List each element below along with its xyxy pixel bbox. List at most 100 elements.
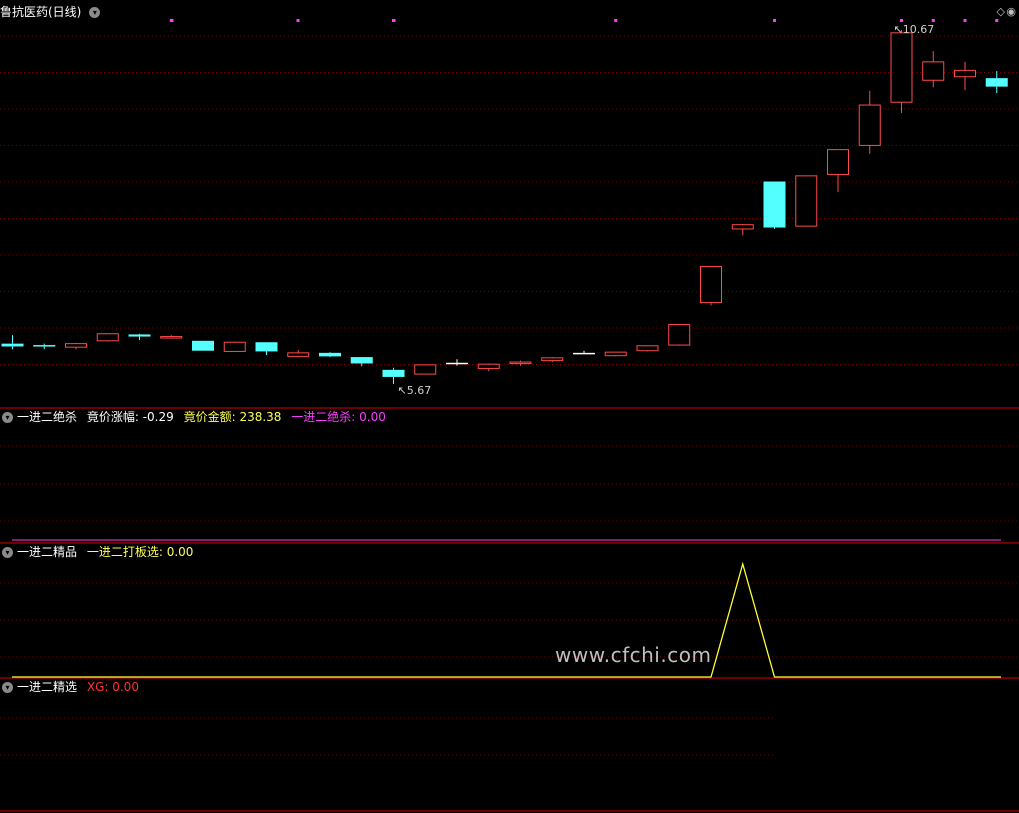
candle-body bbox=[922, 61, 945, 81]
watermark: www.cfchi.com bbox=[555, 643, 712, 667]
item-value: 0.00 bbox=[112, 680, 139, 694]
candle-body bbox=[160, 336, 183, 339]
candle bbox=[700, 265, 722, 306]
candle bbox=[96, 333, 119, 342]
candle bbox=[954, 61, 976, 91]
item-value: 0.00 bbox=[166, 545, 194, 559]
candle-body bbox=[573, 352, 595, 355]
candle bbox=[541, 357, 564, 363]
candle-body bbox=[33, 345, 56, 347]
candle-body bbox=[700, 265, 722, 304]
candle bbox=[287, 350, 310, 357]
candle bbox=[255, 342, 278, 355]
candle-body bbox=[319, 352, 341, 357]
candle-body bbox=[350, 357, 373, 364]
diamond-icon[interactable]: ◇ bbox=[997, 5, 1005, 18]
candle-body bbox=[414, 364, 437, 375]
candle bbox=[922, 51, 945, 88]
candle-body bbox=[128, 334, 151, 337]
candle-body bbox=[223, 341, 246, 352]
high-price-label: ↖10.67 bbox=[894, 23, 935, 36]
candle bbox=[192, 340, 214, 351]
signal-marker bbox=[931, 19, 935, 22]
panel2-header: ▾ 一进二绝杀 竟价涨幅: -0.29 竟价金额: 238.38 一进二绝杀: 0… bbox=[0, 409, 392, 425]
candle bbox=[128, 333, 151, 341]
candle-body bbox=[192, 340, 214, 351]
candle bbox=[731, 223, 754, 236]
signal-marker bbox=[773, 19, 776, 22]
candle bbox=[223, 341, 246, 353]
candle-body bbox=[985, 78, 1008, 87]
candle-body bbox=[636, 345, 659, 352]
panel3-title: 一进二精品 bbox=[17, 545, 78, 559]
item-label: XG: bbox=[86, 680, 113, 694]
candle-body bbox=[795, 175, 818, 227]
candle-body bbox=[731, 224, 754, 230]
candle-body bbox=[954, 69, 976, 78]
chevron-down-icon[interactable]: ▾ bbox=[2, 547, 13, 558]
item-label: 竟价涨幅: bbox=[86, 410, 143, 424]
item-label: 一进二打板选: bbox=[86, 545, 167, 559]
candle-body bbox=[541, 357, 564, 362]
candle-body bbox=[287, 352, 310, 357]
item-value: 0.00 bbox=[359, 410, 386, 424]
candle-body bbox=[858, 104, 881, 146]
candle-body bbox=[382, 369, 405, 377]
chevron-down-icon[interactable]: ▾ bbox=[89, 7, 101, 18]
candle-body bbox=[446, 362, 468, 365]
signal-marker bbox=[995, 19, 999, 22]
panel2-item-3: 一进二绝杀: 0.00 bbox=[291, 410, 386, 424]
candle-body bbox=[827, 149, 849, 175]
main-panel-title: 鲁抗医药(日线) bbox=[0, 5, 82, 19]
candle-body bbox=[477, 363, 500, 369]
candle-body bbox=[763, 181, 786, 228]
candle bbox=[573, 350, 595, 355]
signal-marker bbox=[392, 19, 396, 22]
chevron-down-icon[interactable]: ▾ bbox=[2, 682, 13, 693]
pin-icon[interactable]: ◉ bbox=[1006, 5, 1016, 18]
panel2-title: 一进二绝杀 bbox=[17, 410, 78, 424]
chart-svg: ↖10.67 ↖5.67 bbox=[0, 19, 1019, 812]
panel3-header: ▾ 一进二精品 一进二打板选: 0.00 bbox=[0, 544, 199, 560]
signal-marker bbox=[170, 19, 174, 22]
item-value: -0.29 bbox=[142, 410, 174, 424]
low-price-label: ↖5.67 bbox=[398, 384, 432, 397]
candle-body bbox=[96, 333, 119, 342]
candle bbox=[668, 324, 691, 346]
candle bbox=[763, 181, 786, 229]
signal-marker bbox=[614, 19, 618, 22]
candle bbox=[604, 351, 627, 357]
candle bbox=[477, 363, 500, 372]
candle bbox=[65, 342, 87, 350]
item-label: 竟价金额: bbox=[183, 410, 240, 424]
candle bbox=[414, 364, 437, 375]
candle bbox=[1, 335, 24, 350]
candle bbox=[33, 343, 56, 350]
panel2-item-1: 竟价涨幅: -0.29 bbox=[87, 410, 174, 424]
candle-body bbox=[255, 342, 278, 352]
candle-body bbox=[65, 343, 87, 348]
panel3-item-1: 一进二打板选: 0.00 bbox=[87, 545, 194, 559]
candle bbox=[160, 335, 183, 339]
item-value: 238.38 bbox=[239, 410, 282, 424]
candle bbox=[827, 149, 849, 193]
main-panel-header: 鲁抗医药(日线) ▾ bbox=[0, 4, 104, 20]
chevron-down-icon[interactable]: ▾ bbox=[2, 412, 13, 423]
candle bbox=[858, 90, 881, 154]
candle-body bbox=[668, 324, 691, 346]
candle bbox=[985, 71, 1008, 94]
signal-marker bbox=[963, 19, 967, 22]
panel2-item-2: 竟价金额: 238.38 bbox=[184, 410, 282, 424]
candle-body bbox=[509, 361, 532, 365]
candle-body bbox=[890, 32, 913, 103]
item-label: 一进二绝杀: bbox=[291, 410, 360, 424]
signal-marker bbox=[296, 19, 300, 22]
signal-marker bbox=[900, 19, 903, 22]
candle bbox=[350, 357, 373, 367]
candle-body bbox=[604, 351, 627, 357]
candle bbox=[795, 175, 818, 227]
candle bbox=[319, 352, 341, 358]
candle bbox=[636, 345, 659, 352]
chart-stage: ↖10.67 ↖5.67 鲁抗医药(日线) ▾ ◇ ◉ ▾ 一进二绝杀 竟价涨幅: -… bbox=[0, 0, 1019, 813]
candle bbox=[890, 30, 913, 113]
